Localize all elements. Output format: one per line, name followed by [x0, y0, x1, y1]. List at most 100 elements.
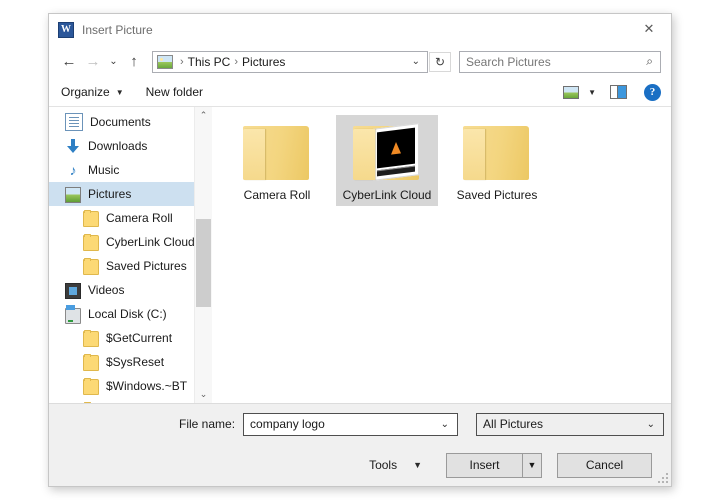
- download-icon: [65, 138, 81, 154]
- chevron-down-icon[interactable]: ⌄: [405, 56, 427, 67]
- pictures-icon: [65, 186, 81, 203]
- chevron-down-icon: ▼: [115, 87, 124, 97]
- sidebar-item-saved-pictures[interactable]: Saved Pictures: [49, 254, 212, 278]
- file-item-cyberlink-cloud[interactable]: CyberLink Cloud: [336, 115, 438, 206]
- organize-button[interactable]: Organize ▼: [61, 85, 124, 99]
- folder-tree: Documents Downloads ♪ Music Pictures Cam…: [49, 107, 212, 403]
- word-app-icon: W: [58, 21, 74, 38]
- sidebar-item-label: Downloads: [88, 139, 148, 153]
- insert-dropdown-icon[interactable]: ▼: [523, 454, 541, 477]
- file-grid: Camera Roll CyberLink Cloud Saved Pictur…: [212, 107, 671, 206]
- search-icon: ⌕: [646, 54, 653, 68]
- insert-button[interactable]: Insert: [447, 453, 523, 477]
- sidebar-item-sysreset[interactable]: $SysReset: [49, 350, 212, 374]
- sidebar-item-label: CyberLink Cloud: [106, 235, 195, 249]
- organize-label: Organize: [61, 85, 110, 99]
- sidebar-item-cyberlink-cloud[interactable]: CyberLink Cloud: [49, 230, 212, 254]
- cone-icon: [391, 141, 401, 155]
- sidebar-item-label: $GetCurrent: [106, 331, 173, 345]
- sidebar-scrollbar[interactable]: ⌃ ⌄: [194, 107, 212, 403]
- preview-pane-icon[interactable]: [610, 85, 627, 99]
- filename-value: company logo: [250, 417, 325, 431]
- filename-row: File name: company logo ⌄ All Pictures ⌄: [49, 404, 671, 444]
- file-item-label: Saved Pictures: [456, 188, 538, 202]
- sidebar-item-documents[interactable]: Documents: [49, 110, 212, 134]
- screen: W Insert Picture ✕ ← → ⌄ ↑ › This PC › P…: [0, 0, 720, 500]
- sidebar-item-camera-roll[interactable]: Camera Roll: [49, 206, 212, 230]
- file-item-label: CyberLink Cloud: [342, 188, 432, 202]
- breadcrumb[interactable]: › This PC › Pictures ⌄: [152, 50, 428, 73]
- insert-picture-dialog: W Insert Picture ✕ ← → ⌄ ↑ › This PC › P…: [48, 13, 672, 487]
- navigation-bar: ← → ⌄ ↑ › This PC › Pictures ⌄ ↻ Search …: [49, 45, 671, 78]
- folder-with-thumbnail-icon: [353, 120, 421, 182]
- folder-icon: [463, 120, 531, 182]
- close-icon[interactable]: ✕: [627, 14, 671, 44]
- sidebar-item-label: $Windows.~BT: [106, 379, 188, 393]
- filename-input[interactable]: company logo ⌄: [243, 412, 459, 436]
- document-icon: [65, 113, 83, 131]
- refresh-icon[interactable]: ↻: [429, 51, 451, 72]
- file-list-pane[interactable]: Camera Roll CyberLink Cloud Saved Pictur…: [212, 107, 671, 403]
- file-type-filter[interactable]: All Pictures ⌄: [476, 412, 665, 436]
- breadcrumb-separator: ›: [234, 55, 239, 68]
- file-item-saved-pictures[interactable]: Saved Pictures: [446, 115, 548, 206]
- sidebar-item-label: $SysReset: [106, 355, 165, 369]
- change-view-icon[interactable]: [563, 85, 580, 99]
- chevron-down-icon[interactable]: ⌄: [433, 419, 457, 430]
- recent-locations-button[interactable]: ⌄: [105, 50, 122, 74]
- search-placeholder: Search Pictures: [466, 54, 551, 69]
- dialog-title: Insert Picture: [82, 22, 153, 37]
- action-buttons-row: Tools ▼ Insert ▼ Cancel: [49, 444, 671, 486]
- sidebar-item-getcurrent[interactable]: $GetCurrent: [49, 326, 212, 350]
- folder-icon: [83, 378, 99, 395]
- search-input[interactable]: Search Pictures ⌕: [459, 50, 661, 73]
- breadcrumb-item-pictures[interactable]: Pictures: [242, 55, 285, 69]
- forward-button: →: [85, 53, 101, 70]
- file-item-camera-roll[interactable]: Camera Roll: [226, 115, 328, 206]
- video-icon: [65, 282, 81, 299]
- file-item-label: Camera Roll: [243, 188, 311, 202]
- new-folder-button[interactable]: New folder: [146, 85, 203, 99]
- disk-icon: [65, 305, 81, 324]
- pictures-icon: [157, 54, 173, 69]
- insert-split-button[interactable]: Insert ▼: [446, 452, 542, 478]
- folder-icon: [243, 120, 311, 182]
- back-button[interactable]: ←: [57, 50, 81, 74]
- tools-button[interactable]: Tools ▼: [369, 458, 422, 472]
- filter-value: All Pictures: [483, 417, 544, 431]
- scrollbar-thumb[interactable]: [196, 219, 211, 307]
- help-icon[interactable]: ?: [644, 83, 661, 101]
- media-thumbnail: [373, 123, 419, 181]
- sidebar-item-downloads[interactable]: Downloads: [49, 134, 212, 158]
- chevron-down-icon[interactable]: ▼: [588, 88, 596, 97]
- folder-icon: [83, 234, 99, 251]
- sidebar-item-local-disk[interactable]: Local Disk (C:): [49, 302, 212, 326]
- sidebar-item-videos[interactable]: Videos: [49, 278, 212, 302]
- breadcrumb-item-this-pc[interactable]: This PC: [188, 55, 231, 69]
- folder-icon: [83, 258, 99, 275]
- command-toolbar: Organize ▼ New folder ▼ ?: [49, 78, 671, 107]
- resize-grip[interactable]: [658, 473, 668, 483]
- chevron-down-icon: ▼: [413, 460, 422, 470]
- sidebar-item-label: Local Disk (C:): [88, 307, 167, 321]
- sidebar-item-label: Documents: [90, 115, 151, 129]
- sidebar-item-label: Music: [88, 163, 120, 177]
- dialog-titlebar: W Insert Picture ✕: [49, 14, 671, 45]
- sidebar-item-pictures[interactable]: Pictures: [49, 182, 212, 206]
- sidebar-item-label: Camera Roll: [106, 211, 173, 225]
- scroll-up-icon[interactable]: ⌃: [195, 107, 212, 124]
- sidebar-item-music[interactable]: ♪ Music: [49, 158, 212, 182]
- sidebar-item-label: Pictures: [88, 187, 132, 201]
- scroll-down-icon[interactable]: ⌄: [195, 386, 212, 403]
- cancel-button[interactable]: Cancel: [557, 452, 652, 478]
- scrollbar-track[interactable]: [195, 124, 212, 386]
- filename-label: File name:: [179, 417, 236, 431]
- breadcrumb-separator: ›: [180, 55, 184, 68]
- sidebar-item-windows-bt[interactable]: $Windows.~BT: [49, 374, 212, 398]
- up-button[interactable]: ↑: [122, 50, 146, 74]
- dialog-body: Documents Downloads ♪ Music Pictures Cam…: [49, 107, 671, 403]
- folder-icon: [83, 210, 99, 227]
- navigation-pane: Documents Downloads ♪ Music Pictures Cam…: [49, 107, 212, 403]
- dialog-footer: File name: company logo ⌄ All Pictures ⌄…: [49, 403, 671, 486]
- chevron-down-icon[interactable]: ⌄: [639, 419, 663, 430]
